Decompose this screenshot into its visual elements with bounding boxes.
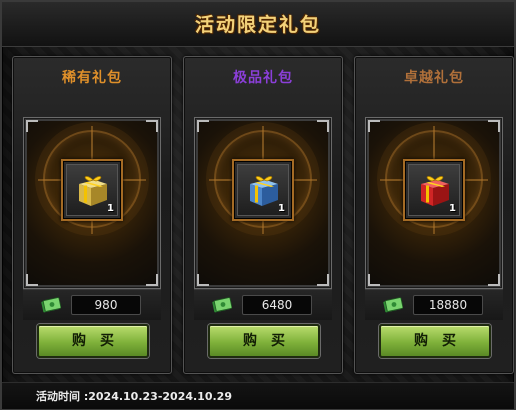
price-row: 980: [23, 289, 161, 320]
buy-button-rare[interactable]: 购买: [37, 324, 149, 358]
window-title: 活动限定礼包: [194, 14, 321, 36]
item-slot[interactable]: 1: [403, 159, 465, 221]
footer-bar: 活动时间 :2024.10.23-2024.10.29: [2, 382, 514, 409]
pack-title: 极品礼包: [233, 70, 293, 86]
buy-button-premium[interactable]: 购买: [208, 324, 320, 358]
price-value: 18880: [413, 295, 483, 315]
item-showcase-frame: 1: [194, 117, 332, 289]
pack-title: 稀有礼包: [62, 70, 122, 86]
cash-icon: [41, 297, 61, 313]
cash-icon: [212, 297, 232, 313]
item-showcase-frame: 1: [23, 117, 161, 289]
price-row: 18880: [365, 289, 503, 320]
item-slot[interactable]: 1: [232, 159, 294, 221]
price-value: 980: [71, 295, 141, 315]
item-quantity: 1: [449, 203, 456, 214]
item-quantity: 1: [278, 203, 285, 214]
price-value: 6480: [242, 295, 312, 315]
price-row: 6480: [194, 289, 332, 320]
item-slot[interactable]: 1: [61, 159, 123, 221]
item-showcase-frame: 1: [365, 117, 503, 289]
pack-title: 卓越礼包: [404, 70, 464, 86]
item-quantity: 1: [107, 203, 114, 214]
title-bar: 活动限定礼包: [2, 2, 514, 47]
gift-pack-panel-rare: 稀有礼包 1 980 购买: [12, 56, 172, 374]
gift-pack-panel-supreme: 卓越礼包 1 18880 购买: [354, 56, 514, 374]
buy-button-supreme[interactable]: 购买: [379, 324, 491, 358]
gift-pack-panel-premium: 极品礼包 1 6480 购买: [183, 56, 343, 374]
gift-pack-window: 活动限定礼包 稀有礼包 1 980 购买 极品礼包 1 6480 购买 卓越礼包…: [0, 0, 516, 410]
cash-icon: [383, 297, 403, 313]
event-time-text: 活动时间 :2024.10.23-2024.10.29: [36, 390, 232, 403]
